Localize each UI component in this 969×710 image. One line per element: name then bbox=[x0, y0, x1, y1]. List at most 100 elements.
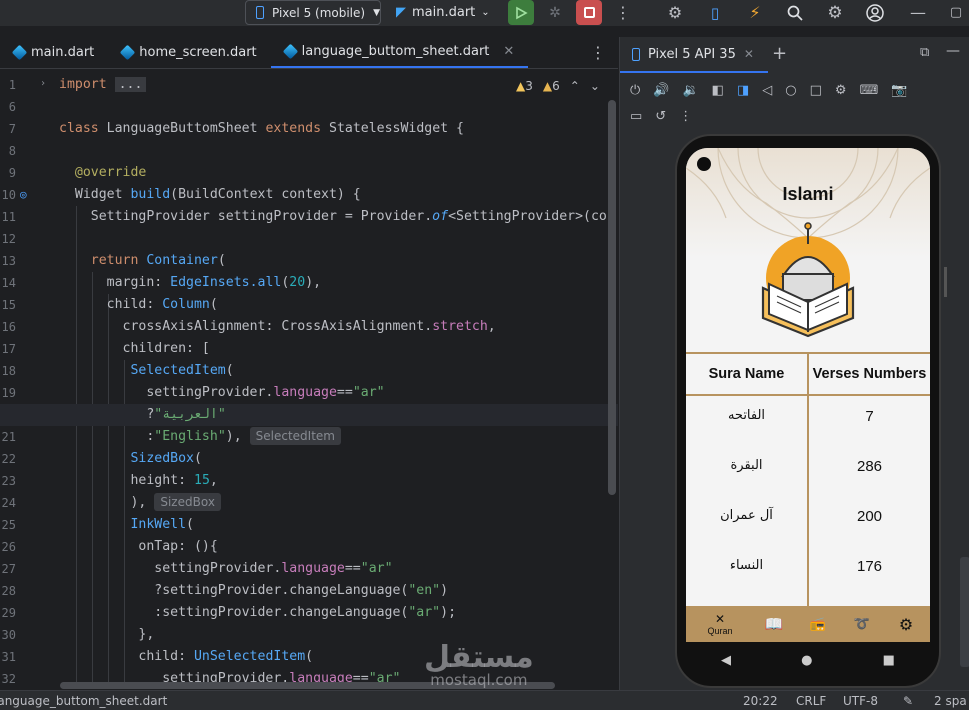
tab-main-dart[interactable]: main.dart bbox=[0, 37, 108, 68]
flutter-icon: ◤ bbox=[396, 5, 406, 20]
column-header-verses: Verses Numbers bbox=[812, 366, 927, 382]
overview-icon[interactable]: ■ bbox=[883, 653, 895, 668]
line-separator[interactable]: CRLF bbox=[796, 694, 826, 708]
maximize-button[interactable]: ▢ bbox=[948, 0, 964, 25]
power-icon[interactable]: ⏻ bbox=[630, 83, 640, 98]
more-vertical-icon[interactable]: ⋮ bbox=[679, 109, 692, 124]
code-line: ?settingProvider.changeLanguage("en") bbox=[154, 583, 449, 598]
bug-settings-icon: ⚙ bbox=[667, 3, 683, 22]
close-icon[interactable]: ✕ bbox=[503, 44, 514, 59]
sura-name: البقرة bbox=[730, 458, 763, 473]
table-row[interactable]: الفاتحه 7 bbox=[686, 396, 930, 446]
back-icon[interactable]: ◀ bbox=[721, 653, 731, 668]
stop-button[interactable] bbox=[576, 0, 602, 25]
keyboard-icon[interactable]: ⌨ bbox=[860, 83, 879, 98]
table-row[interactable]: البقرة 286 bbox=[686, 446, 930, 496]
add-icon[interactable]: + bbox=[772, 43, 787, 64]
nav-item-settings[interactable]: ⚙ bbox=[894, 606, 918, 642]
minimize-icon[interactable]: — bbox=[946, 43, 960, 59]
override-gutter-icon[interactable]: ◎ bbox=[20, 188, 27, 201]
rotate-left-icon[interactable]: ◧ bbox=[712, 83, 724, 98]
android-nav-bar: ◀ ● ■ bbox=[686, 642, 930, 678]
record-icon[interactable]: ▭ bbox=[630, 109, 642, 124]
dart-file-icon bbox=[282, 43, 298, 60]
line-number: 8 bbox=[8, 144, 16, 158]
device-tab-label: Pixel 5 API 35 bbox=[648, 46, 736, 62]
run-config-selector[interactable]: ◤ main.dart ⌄ bbox=[396, 0, 490, 25]
phone-icon bbox=[632, 47, 640, 61]
tab-language-buttom-sheet-dart[interactable]: language_buttom_sheet.dart ✕ bbox=[270, 37, 529, 68]
code-line: onTap: (){ bbox=[138, 539, 218, 554]
dart-file-icon bbox=[11, 44, 28, 61]
close-icon[interactable]: ✕ bbox=[744, 47, 754, 61]
back-icon[interactable]: ◁ bbox=[762, 83, 772, 98]
table-row[interactable]: آل عمران 200 bbox=[686, 496, 930, 546]
minimize-button[interactable]: — bbox=[910, 0, 926, 25]
line-number: 16 bbox=[1, 320, 16, 334]
nav-item-hadeth[interactable]: 📖 bbox=[762, 606, 786, 642]
fold-arrow-icon[interactable]: › bbox=[40, 78, 46, 89]
code-line: :"English"), SelectedItem bbox=[59, 426, 618, 448]
code-line: margin: EdgeInsets.all(20), bbox=[106, 275, 322, 290]
line-number: 24 bbox=[1, 496, 16, 510]
device-edit-icon: ▯ bbox=[710, 3, 720, 22]
code-editor[interactable]: 1678910111213141516171819202122232425262… bbox=[0, 74, 618, 690]
history-icon[interactable]: ↺ bbox=[655, 109, 666, 124]
nav-item-quran[interactable]: ✕ Quran bbox=[698, 606, 742, 642]
side-toolbar bbox=[960, 557, 969, 667]
device-settings-icon[interactable]: ⚙ bbox=[835, 83, 847, 98]
code-line: import ... bbox=[59, 74, 618, 96]
verses-count: 7 bbox=[865, 408, 874, 425]
account-button[interactable] bbox=[864, 0, 886, 25]
sura-table: Sura Name Verses Numbers الفاتحه 7 البقر… bbox=[686, 352, 930, 608]
camera-icon[interactable]: 📷 bbox=[891, 83, 907, 98]
device-manager-button[interactable]: ⚙ bbox=[664, 0, 686, 25]
run-button[interactable] bbox=[508, 0, 534, 25]
editor-vertical-scrollbar[interactable] bbox=[608, 100, 616, 495]
device-selector-label: Pixel 5 (mobile) bbox=[272, 5, 366, 20]
volume-down-icon[interactable]: 🔉 bbox=[682, 83, 698, 98]
line-number: 14 bbox=[1, 276, 16, 290]
volume-up-icon[interactable]: 🔊 bbox=[653, 83, 669, 98]
status-file-path[interactable]: language_buttom_sheet.dart bbox=[0, 694, 167, 708]
overview-icon[interactable]: □ bbox=[810, 83, 822, 98]
nav-item-radio[interactable]: 📻 bbox=[806, 606, 830, 642]
code-line: return Container( bbox=[90, 253, 226, 268]
home-icon[interactable]: ○ bbox=[785, 83, 796, 98]
more-actions-button[interactable]: ⋮ bbox=[614, 0, 632, 25]
code-line: InkWell( bbox=[130, 517, 194, 532]
file-encoding[interactable]: UTF-8 bbox=[843, 694, 878, 708]
open-external-icon[interactable]: ⧉ bbox=[920, 45, 929, 60]
line-number: 28 bbox=[1, 584, 16, 598]
quran-stand-icon: ✕ bbox=[714, 612, 726, 626]
code-text[interactable]: import ... class LanguageButtomSheet ext… bbox=[0, 74, 618, 690]
settings-button[interactable]: ⚙ bbox=[824, 0, 846, 25]
device-selector[interactable]: Pixel 5 (mobile) ▼ bbox=[245, 0, 381, 25]
line-number: 27 bbox=[1, 562, 16, 576]
code-line: SizedBox( bbox=[130, 451, 202, 466]
device-mirror-button[interactable]: ▯ bbox=[704, 0, 726, 25]
home-icon[interactable]: ● bbox=[801, 653, 812, 668]
rotate-right-icon[interactable]: ◨ bbox=[737, 83, 749, 98]
sura-name: آل عمران bbox=[720, 508, 773, 523]
parameter-hint: SelectedItem bbox=[249, 427, 341, 445]
tab-actions-button[interactable]: ⋮ bbox=[578, 37, 618, 68]
caret-position[interactable]: 20:22 bbox=[743, 694, 778, 708]
table-row[interactable]: النساء 176 bbox=[686, 546, 930, 596]
run-config-label: main.dart bbox=[412, 5, 476, 20]
code-line: settingProvider.language=="ar" bbox=[154, 561, 393, 576]
indent-setting[interactable]: 2 spa bbox=[934, 694, 967, 708]
line-number: 17 bbox=[1, 342, 16, 356]
watermark-arabic: مستقل bbox=[424, 640, 534, 675]
search-button[interactable] bbox=[784, 0, 806, 25]
tab-device[interactable]: Pixel 5 API 35 ✕ bbox=[620, 37, 768, 73]
nav-item-sebha[interactable]: ➰ bbox=[850, 606, 874, 642]
tab-home-screen-dart[interactable]: home_screen.dart bbox=[108, 37, 270, 68]
debug-button[interactable]: ✲ bbox=[544, 0, 566, 25]
verses-count: 200 bbox=[856, 508, 883, 525]
power-save-icon[interactable]: ✎ bbox=[903, 694, 913, 708]
hot-reload-button[interactable]: ⚡ bbox=[744, 0, 766, 25]
